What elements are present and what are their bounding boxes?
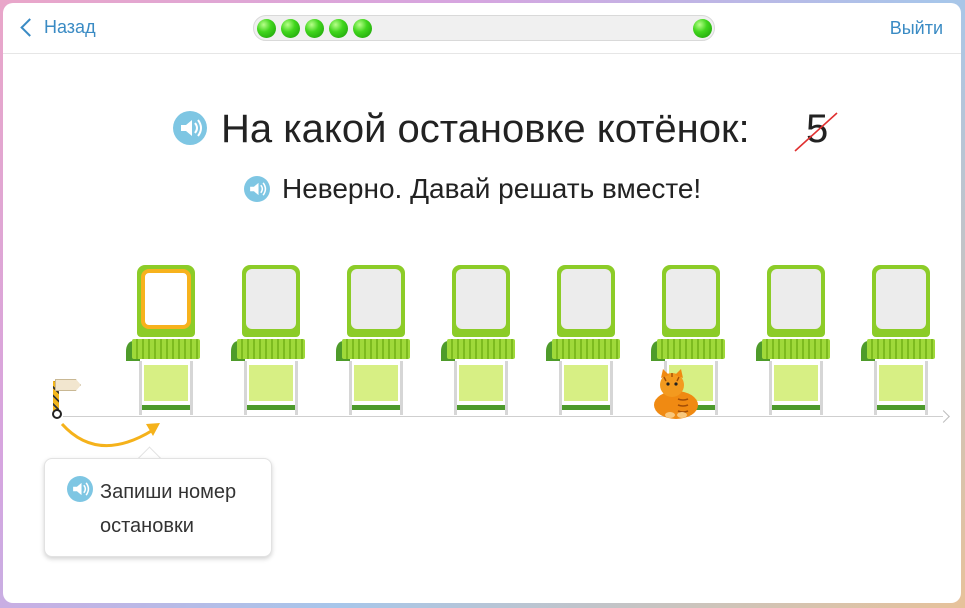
stop-roof <box>132 339 200 359</box>
question-speaker-icon[interactable] <box>173 111 207 145</box>
stop-glass <box>774 365 818 401</box>
start-sign-icon <box>55 379 81 391</box>
stop-post <box>715 361 718 415</box>
bus-stop-7[interactable] <box>756 265 834 415</box>
stop-bench <box>562 405 610 410</box>
bus-stop-8[interactable] <box>861 265 939 415</box>
progress-ball <box>329 19 348 38</box>
hint-speaker-icon[interactable] <box>67 476 93 502</box>
stop-glass <box>564 365 608 401</box>
stop-glass <box>879 365 923 401</box>
progress-ball <box>281 19 300 38</box>
stop-number-input[interactable] <box>666 269 716 329</box>
hint-bubble: Запиши номер остановки <box>44 458 272 557</box>
feedback-speaker-icon[interactable] <box>244 176 270 202</box>
stop-number-input[interactable] <box>456 269 506 329</box>
question-text: На какой остановке котёнок: <box>221 107 750 151</box>
progress-ball <box>305 19 324 38</box>
exit-button[interactable]: Выйти <box>890 18 943 39</box>
progress-ball <box>353 19 372 38</box>
top-bar: Назад Выйти <box>3 3 961 54</box>
stop-number-input[interactable] <box>771 269 821 329</box>
stop-roof <box>447 339 515 359</box>
stop-number-input[interactable] <box>351 269 401 329</box>
road-arrow-icon <box>937 410 950 423</box>
bus-stop-1[interactable] <box>126 265 204 415</box>
stop-bench <box>772 405 820 410</box>
bus-stop-3[interactable] <box>336 265 414 415</box>
progress-end-ball <box>693 19 712 38</box>
stop-post <box>295 361 298 415</box>
stop-post <box>610 361 613 415</box>
stop-glass <box>249 365 293 401</box>
bus-stop-4[interactable] <box>441 265 519 415</box>
progress-ball <box>257 19 276 38</box>
stop-roof <box>342 339 410 359</box>
stop-post <box>505 361 508 415</box>
stop-glass <box>354 365 398 401</box>
road-line <box>63 416 943 417</box>
stop-roof <box>762 339 830 359</box>
stop-post <box>400 361 403 415</box>
back-label: Назад <box>44 17 96 37</box>
hint-text: Запиши номер остановки <box>100 481 237 537</box>
stop-roof <box>657 339 725 359</box>
stop-number-input[interactable] <box>246 269 296 329</box>
stop-bench <box>142 405 190 410</box>
stop-glass <box>459 365 503 401</box>
kitten-icon <box>654 369 698 419</box>
stop-bench <box>877 405 925 410</box>
stop-post <box>190 361 193 415</box>
stop-bench <box>247 405 295 410</box>
stop-post <box>820 361 823 415</box>
stop-number-input-active[interactable] <box>141 269 191 329</box>
stop-roof <box>237 339 305 359</box>
stop-post <box>925 361 928 415</box>
stop-roof <box>867 339 935 359</box>
progress-bar <box>253 15 715 41</box>
wrong-strike-icon <box>794 112 838 152</box>
lesson-card: Назад Выйти На какой остановке котёнок: … <box>3 3 961 603</box>
stop-number-input[interactable] <box>561 269 611 329</box>
feedback-text: Неверно. Давай решать вместе! <box>282 173 702 204</box>
stop-glass <box>144 365 188 401</box>
bus-stop-5[interactable] <box>546 265 624 415</box>
bus-stop-2[interactable] <box>231 265 309 415</box>
stop-bench <box>352 405 400 410</box>
stop-bench <box>457 405 505 410</box>
stop-roof <box>552 339 620 359</box>
back-button[interactable]: Назад <box>20 17 96 38</box>
chevron-left-icon <box>20 18 39 37</box>
stop-number-input[interactable] <box>876 269 926 329</box>
